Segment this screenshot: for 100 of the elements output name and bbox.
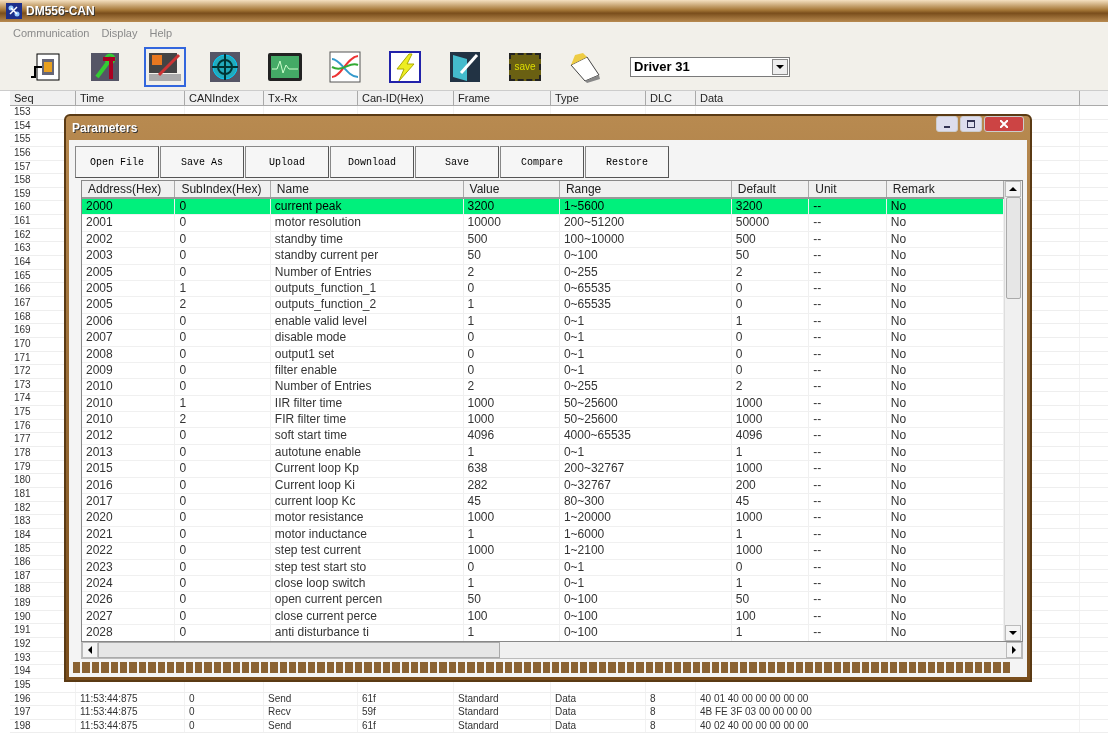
table-cell: 45 [467, 494, 481, 509]
toolbar-button[interactable]: Save As [160, 146, 244, 178]
table-cell: 0 [179, 477, 187, 492]
column-header[interactable]: CANIndex [185, 91, 264, 105]
column-header[interactable]: Name [270, 181, 464, 197]
table-row[interactable]: 2022 0 step test current 1000 1~2100 1000 -- No [82, 543, 1004, 560]
table-row[interactable]: 2027 0 close current perce 100 0~100 100 -- No [82, 608, 1004, 626]
table-cell: 2016 [86, 477, 113, 492]
toolbar-button[interactable]: save [504, 46, 546, 87]
table-cell: 189 [14, 597, 31, 609]
table-cell: 159 [14, 187, 31, 199]
table-row[interactable]: 2020 0 motor resistance 1000 1~20000 1000 -- No [82, 510, 1004, 527]
horizontal-scrollbar[interactable] [81, 642, 1023, 659]
table-row[interactable]: 2006 0 enable valid level 1 0~1 1 -- No [82, 313, 1004, 331]
table-row[interactable]: 2013 0 autotune enable 1 0~1 1 -- No [82, 444, 1004, 462]
column-header[interactable]: Frame [454, 91, 551, 105]
table-row[interactable]: 2008 0 output1 set 0 0~1 0 -- No [82, 346, 1004, 363]
toolbar-button[interactable]: Open File [75, 146, 159, 178]
table-cell: 1000 [735, 461, 763, 476]
column-header[interactable]: Tx-Rx [264, 91, 358, 105]
column-header[interactable]: Value [463, 181, 560, 197]
table-cell: 0 [179, 248, 187, 263]
column-header[interactable]: Data [696, 91, 1080, 105]
table-cell: -- [813, 576, 822, 590]
table-cell: Recv [268, 706, 291, 718]
table-row[interactable]: 2005 1 outputs_function_1 0 0~65535 0 -- No [82, 280, 1004, 298]
table-cell: 2017 [86, 494, 113, 509]
toolbar-button[interactable] [144, 46, 186, 87]
table-row[interactable]: 2024 0 close loop switch 1 0~1 1 -- No [82, 576, 1004, 593]
table-cell: 0 [179, 264, 187, 279]
scrollbar-thumb[interactable] [1006, 197, 1021, 299]
column-header[interactable]: Can-ID(Hex) [358, 91, 454, 105]
column-header[interactable]: Time [76, 91, 185, 105]
table-cell: 192 [14, 638, 31, 649]
table-row[interactable]: 2005 2 outputs_function_2 1 0~65535 0 -- No [82, 297, 1004, 314]
table-row[interactable]: 2007 0 disable mode 0 0~1 0 -- No [82, 330, 1004, 347]
table-cell: -- [813, 215, 822, 230]
table-cell: 2000 [86, 199, 113, 213]
selected-row[interactable]: 2000 0 current peak 3200 1~5600 3200 -- No [82, 199, 1004, 216]
vertical-scrollbar[interactable] [1004, 181, 1022, 641]
table-cell: 190 [14, 610, 31, 622]
table-row[interactable]: 2003 0 standby current per 50 0~100 50 -- No [82, 248, 1004, 265]
minimize-button[interactable] [936, 116, 958, 132]
table-cell: 4B FE 3F 03 00 00 00 00 [700, 706, 812, 718]
scrollbar-thumb[interactable] [98, 642, 500, 658]
table-row[interactable]: 2016 0 Current loop Ki 282 0~32767 200 -- No [82, 477, 1004, 495]
table-cell: 1 [179, 280, 187, 295]
column-header[interactable]: Default [731, 181, 810, 197]
table-row[interactable]: 2021 0 motor inductance 1 1~6000 1 -- No [82, 526, 1004, 544]
toolbar-button[interactable]: Upload [245, 146, 329, 178]
table-cell: 2020 [86, 510, 113, 525]
table-cell: 181 [14, 487, 31, 499]
table-cell: 1 [467, 444, 475, 459]
column-header[interactable]: Address(Hex) [82, 181, 176, 197]
table-cell: close current perce [274, 608, 377, 623]
table-cell: 165 [14, 269, 31, 281]
toolbar-button[interactable]: Restore [585, 146, 669, 178]
table-cell: -- [813, 313, 822, 328]
table-row[interactable]: 2001 0 motor resolution 10000 200~51200 50000 -- No [82, 215, 1004, 232]
table-row[interactable]: 2017 0 current loop Kc 45 80~300 45 -- No [82, 494, 1004, 511]
table-row[interactable]: 2002 0 standby time 500 100~10000 500 -- No [82, 231, 1004, 249]
toolbar-button[interactable]: Download [330, 146, 414, 178]
maximize-button[interactable] [960, 116, 982, 132]
table-cell: 50 [467, 248, 481, 263]
table-row[interactable]: 2012 0 soft start time 4096 4000~65535 4096 -- No [82, 428, 1004, 445]
table-cell: No [890, 510, 907, 525]
table-cell: 0 [189, 719, 195, 731]
column-header[interactable]: Unit [809, 181, 887, 197]
table-cell: 2008 [86, 346, 113, 361]
close-button[interactable] [984, 116, 1024, 132]
column-header[interactable]: DLC [646, 91, 696, 105]
table-cell: 0 [179, 346, 187, 361]
table-cell: 179 [14, 460, 31, 472]
toolbar-button[interactable]: Compare [500, 146, 584, 178]
column-header[interactable]: Range [559, 181, 732, 197]
table-cell: No [890, 346, 907, 361]
table-cell: No [890, 264, 907, 279]
table-cell: -- [813, 625, 822, 640]
table-row[interactable]: 2015 0 Current loop Kp 638 200~32767 1000 -- No [82, 461, 1004, 478]
column-header[interactable]: Seq [10, 91, 76, 105]
scroll-up-icon [1009, 187, 1017, 191]
table-cell: 185 [14, 542, 31, 554]
table-cell: 180 [14, 474, 31, 486]
target-icon [209, 50, 241, 83]
table-row[interactable]: 2010 0 Number of Entries 2 0~255 2 -- No [82, 379, 1004, 396]
table-row[interactable]: 2005 0 Number of Entries 2 0~255 2 -- No [82, 264, 1004, 281]
driver-dropdown[interactable]: Driver 31 [630, 56, 790, 77]
table-row[interactable]: 2023 0 step test start sto 0 0~1 0 -- No [82, 559, 1004, 576]
table-row[interactable]: 2026 0 open current percen 50 0~100 50 -- No [82, 592, 1004, 609]
table-row[interactable]: 2010 1 IIR filter time 1000 50~25600 1000 -- No [82, 395, 1004, 413]
table-cell: 183 [14, 515, 31, 527]
table-cell: No [890, 231, 907, 246]
dropdown-arrow-icon [776, 64, 784, 69]
table-cell: 0 [179, 362, 187, 377]
table-row[interactable]: 2010 2 FIR filter time 1000 50~25600 1000 -- No [82, 412, 1004, 429]
column-header[interactable]: SubIndex(Hex) [175, 181, 271, 197]
toolbar-button[interactable]: Save [415, 146, 499, 178]
column-header[interactable]: Type [551, 91, 646, 105]
table-row[interactable]: 2009 0 filter enable 0 0~1 0 -- No [82, 362, 1004, 380]
table-cell: 11:53:44:875 [80, 706, 138, 718]
